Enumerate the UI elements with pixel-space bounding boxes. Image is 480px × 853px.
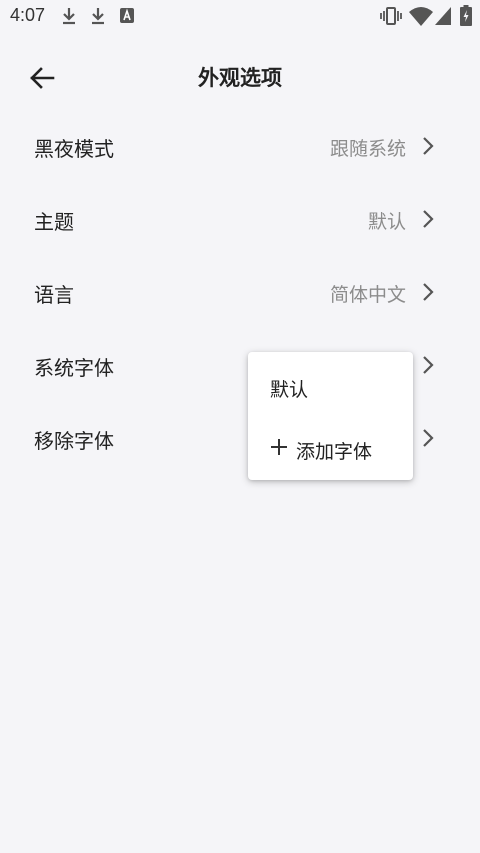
chevron-right-icon [423,210,434,228]
chevron-right-icon [423,283,434,301]
a-icon [120,8,134,23]
wifi-icon [409,7,433,26]
menu-item-default[interactable]: 默认 [248,354,413,416]
chevron-right-icon [423,429,434,447]
row-label: 系统字体 [34,356,114,380]
row-value: 默认 [367,211,406,233]
setting-row-dark-mode[interactable]: 黑夜模式 跟随系统 [0,110,480,183]
chevron-right-icon [423,137,434,155]
download-icon [63,8,75,25]
plus-icon [271,439,287,455]
battery-charging-icon [460,5,472,26]
menu-item-label: 默认 [270,379,309,401]
row-label: 黑夜模式 [34,137,114,161]
download-icon [92,8,104,25]
setting-row-theme[interactable]: 主题 默认 [0,183,480,256]
app-bar: 外观选项 [0,40,480,116]
row-label: 语言 [34,283,74,307]
status-bar: 4:07 [0,0,480,32]
menu-item-add-font[interactable]: 添加字体 [248,416,413,478]
page-title: 外观选项 [198,66,282,90]
chevron-right-icon [423,356,434,374]
row-label: 移除字体 [34,429,114,453]
status-time: 4:07 [10,5,46,25]
menu-item-label: 添加字体 [296,441,373,463]
vibrate-icon [380,7,402,25]
signal-icon [435,7,451,25]
row-value: 跟随系统 [329,138,406,160]
setting-row-language[interactable]: 语言 简体中文 [0,256,480,329]
font-popup-menu: 默认 添加字体 [248,352,413,480]
row-value: 简体中文 [329,284,406,306]
row-label: 主题 [34,210,74,234]
